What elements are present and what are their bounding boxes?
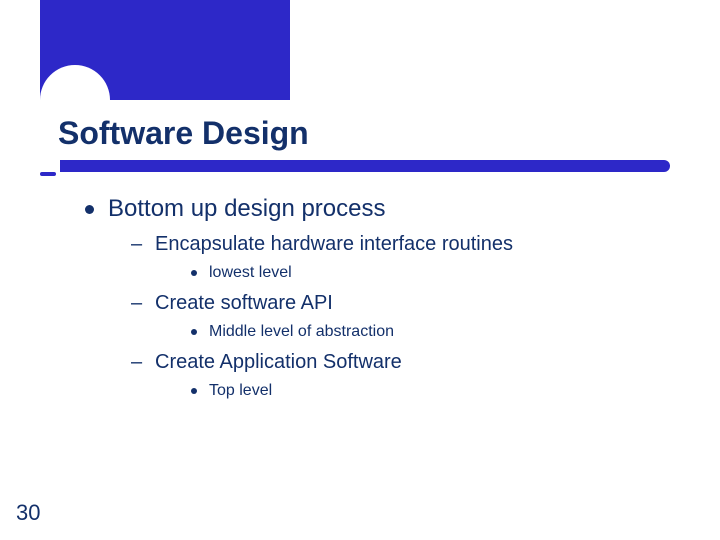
page-number: 30	[16, 500, 40, 526]
bullet-level2: – Create software API	[131, 292, 680, 315]
bullet-dot-icon	[191, 388, 197, 394]
bullet-level2-text: Encapsulate hardware interface routines	[155, 233, 513, 256]
bullet-dash-icon: –	[131, 233, 141, 256]
bullet-dot-icon	[191, 329, 197, 335]
bullet-dot-icon	[85, 205, 94, 214]
bullet-level3-text: Top level	[209, 382, 272, 400]
bullet-level2: – Encapsulate hardware interface routine…	[131, 233, 680, 256]
slide-title: Software Design	[58, 115, 309, 152]
bullet-dash-icon: –	[131, 292, 141, 315]
slide-content: Bottom up design process – Encapsulate h…	[85, 195, 680, 402]
title-underline-tick	[40, 172, 56, 176]
title-underline	[40, 160, 670, 172]
bullet-level3: Top level	[191, 382, 680, 400]
bullet-level2-text: Create Application Software	[155, 351, 402, 374]
bullet-level3: lowest level	[191, 264, 680, 282]
bullet-dash-icon: –	[131, 351, 141, 374]
bullet-level1: Bottom up design process	[85, 195, 680, 223]
bullet-level2-text: Create software API	[155, 292, 333, 315]
bullet-level3-text: Middle level of abstraction	[209, 323, 394, 341]
bullet-level3: Middle level of abstraction	[191, 323, 680, 341]
bullet-level1-text: Bottom up design process	[108, 195, 386, 223]
bullet-level3-text: lowest level	[209, 264, 292, 282]
bullet-level2: – Create Application Software	[131, 351, 680, 374]
bullet-dot-icon	[191, 270, 197, 276]
